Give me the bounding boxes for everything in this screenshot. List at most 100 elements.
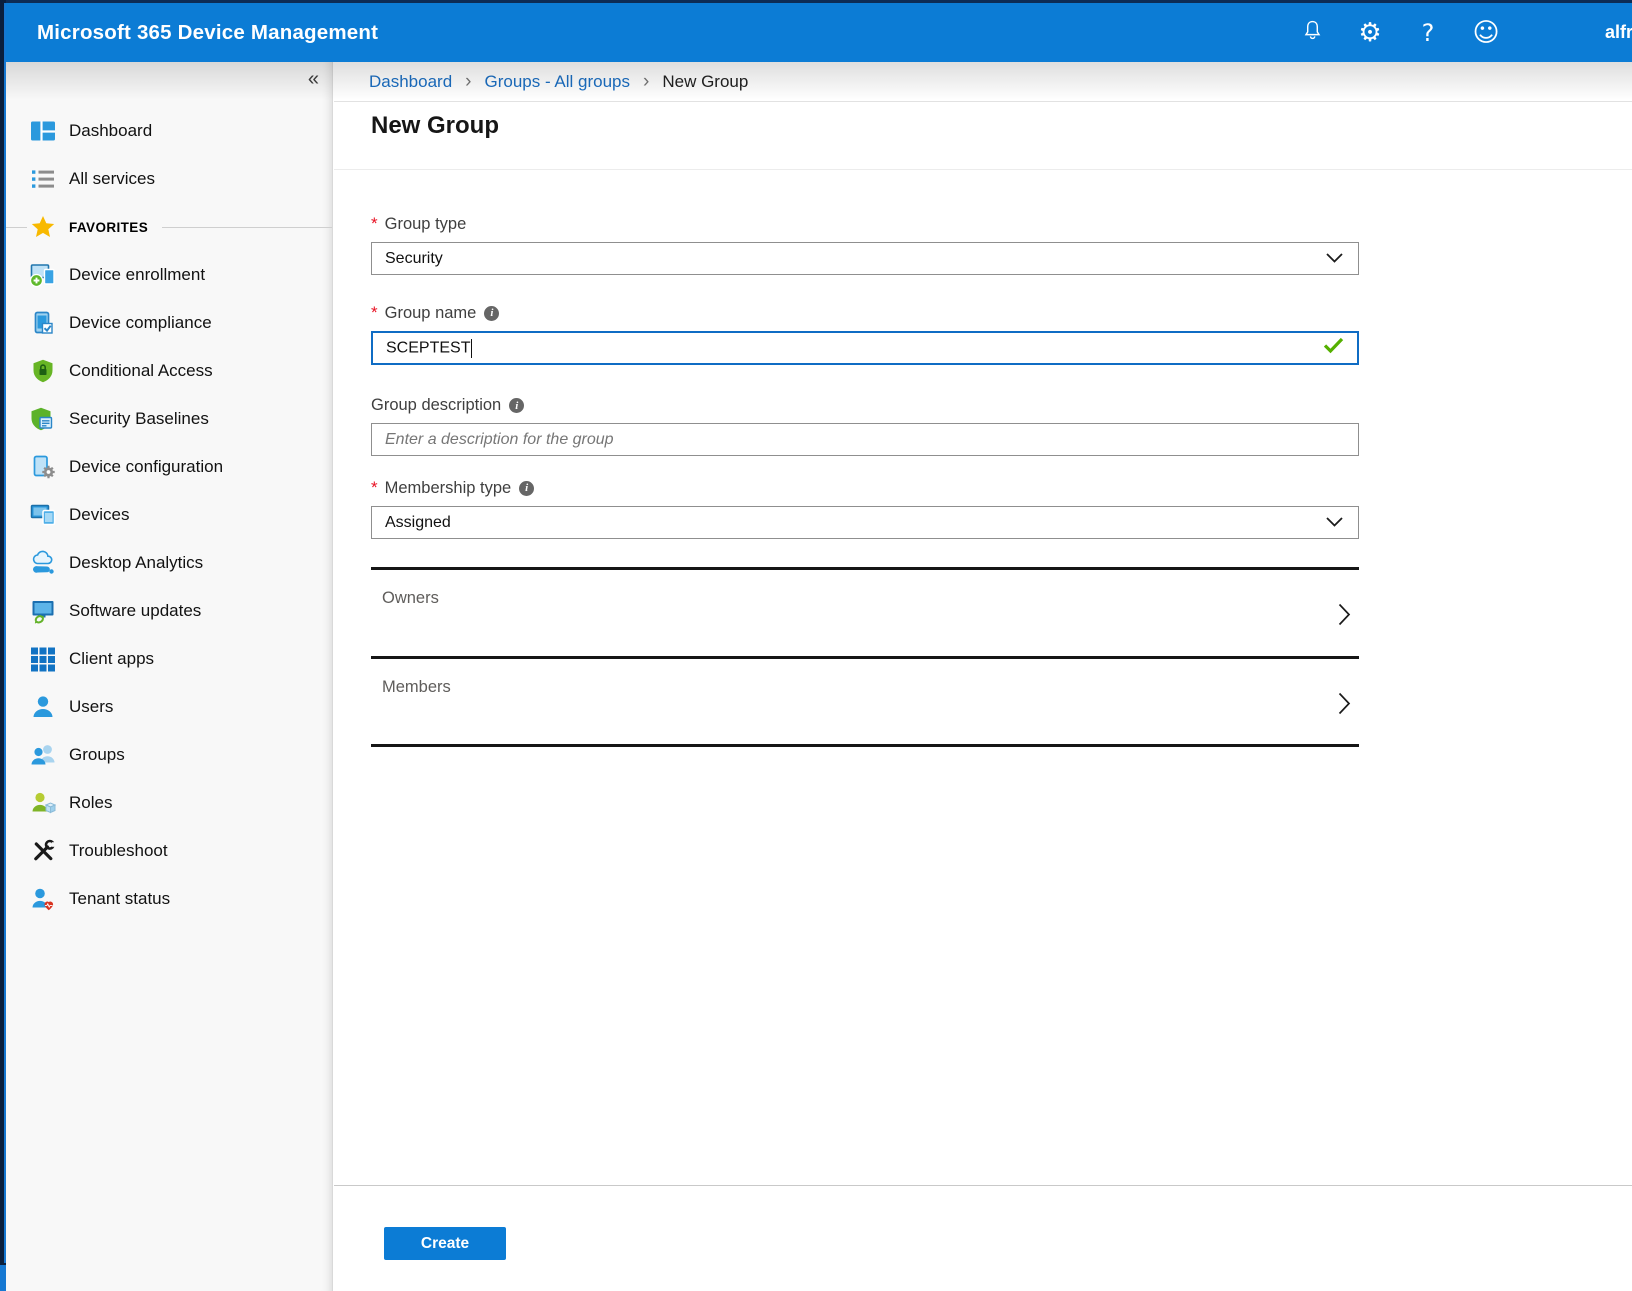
sidebar-collapse-button[interactable]: « [308, 68, 319, 91]
sidebar-item-label: Desktop Analytics [69, 553, 203, 573]
sidebar-item-label: Roles [69, 793, 112, 813]
info-icon: i [519, 481, 534, 496]
create-button[interactable]: Create [384, 1227, 506, 1260]
sidebar-item-label: Dashboard [69, 121, 152, 141]
section-rule-left [6, 227, 27, 228]
help-icon: ? [1422, 21, 1435, 45]
sidebar-item-label: Client apps [69, 649, 154, 669]
account-label[interactable]: alfr [1605, 3, 1632, 62]
sidebar-item-devices[interactable]: Devices [6, 491, 332, 539]
valid-check-icon [1323, 337, 1344, 359]
devices-icon [30, 502, 56, 528]
picker-bottom-rule [371, 744, 1359, 747]
sidebar-item-desktop-analytics[interactable]: Desktop Analytics [6, 539, 332, 587]
page: { "topbar": { "title": "Microsoft 365 De… [0, 0, 1632, 1291]
new-group-form: * Group type Security * Group name i SCE… [371, 170, 1359, 747]
sidebar-section-favorites: FAVORITES [6, 203, 332, 251]
bell-icon [1301, 18, 1324, 47]
sidebar-item-software-updates[interactable]: Software updates [6, 587, 332, 635]
breadcrumb-dashboard-link[interactable]: Dashboard [369, 72, 452, 92]
conditional-access-icon [30, 358, 56, 384]
favorites-star-icon [30, 214, 56, 240]
footer-divider [334, 1185, 1632, 1186]
smiley-icon: ☺ [1472, 20, 1499, 46]
security-baselines-icon [30, 406, 56, 432]
required-marker: * [371, 303, 378, 323]
breadcrumb-groups-link[interactable]: Groups - All groups [485, 72, 631, 92]
info-icon: i [484, 306, 499, 321]
required-marker: * [371, 214, 378, 234]
sidebar-item-label: Devices [69, 505, 129, 525]
members-picker[interactable]: Members [371, 656, 1359, 744]
sidebar-item-label: Security Baselines [69, 409, 209, 429]
required-marker: * [371, 478, 378, 498]
blade-header: New Group [334, 102, 1632, 170]
chevron-down-icon [1326, 250, 1343, 268]
group-name-value: SCEPTEST [386, 339, 472, 358]
sidebar-item-label: Device compliance [69, 313, 212, 333]
group-description-label: Group description i [371, 396, 1359, 415]
breadcrumb-current: New Group [662, 72, 748, 92]
sidebar-item-dashboard[interactable]: Dashboard [6, 107, 332, 155]
window-frame-top [0, 0, 1632, 3]
desktop-analytics-icon [30, 550, 56, 576]
chevron-down-icon [1326, 514, 1343, 532]
client-apps-icon [30, 646, 56, 672]
sidebar-item-device-enrollment[interactable]: Device enrollment [6, 251, 332, 299]
users-icon [30, 694, 56, 720]
group-type-select[interactable]: Security [371, 242, 1359, 275]
sidebar-item-all-services[interactable]: All services [6, 155, 332, 203]
owners-label: Owners [382, 589, 439, 607]
sidebar-item-tenant-status[interactable]: Tenant status [6, 875, 332, 923]
breadcrumb-separator-icon: › [465, 72, 471, 91]
membership-type-select[interactable]: Assigned [371, 506, 1359, 539]
group-description-input[interactable]: Enter a description for the group [371, 423, 1359, 456]
group-name-input[interactable]: SCEPTEST [371, 331, 1359, 365]
sidebar-item-device-configuration[interactable]: Device configuration [6, 443, 332, 491]
troubleshoot-icon [30, 838, 56, 864]
notifications-button[interactable] [1283, 3, 1341, 62]
sidebar-nav-list: Dashboard All services FAVORITES Device … [6, 62, 332, 923]
group-description-placeholder: Enter a description for the group [385, 431, 614, 449]
sidebar-item-roles[interactable]: Roles [6, 779, 332, 827]
feedback-button[interactable]: ☺ [1457, 3, 1515, 62]
sidebar-item-client-apps[interactable]: Client apps [6, 635, 332, 683]
sidebar-section-label: FAVORITES [69, 220, 148, 235]
sidebar-item-label: Device enrollment [69, 265, 205, 285]
device-configuration-icon [30, 454, 56, 480]
software-updates-icon [30, 598, 56, 624]
settings-button[interactable]: ⚙ [1341, 3, 1399, 62]
chevron-right-icon [1338, 692, 1351, 720]
owners-picker[interactable]: Owners [371, 567, 1359, 656]
topbar-actions: ⚙ ? ☺ [1283, 3, 1515, 62]
left-edge-bar [0, 0, 6, 1291]
gear-icon: ⚙ [1358, 20, 1381, 46]
group-type-value: Security [385, 250, 443, 268]
group-name-label: * Group name i [371, 303, 1359, 323]
text-caret [471, 339, 472, 358]
sidebar-item-device-compliance[interactable]: Device compliance [6, 299, 332, 347]
tenant-status-icon [30, 886, 56, 912]
sidebar-item-conditional-access[interactable]: Conditional Access [6, 347, 332, 395]
all-services-icon [30, 166, 56, 192]
sidebar-item-label: All services [69, 169, 155, 189]
sidebar-item-troubleshoot[interactable]: Troubleshoot [6, 827, 332, 875]
page-title: New Group [371, 112, 1632, 140]
left-edge-scroll-thumb[interactable] [0, 1265, 6, 1291]
sidebar-item-security-baselines[interactable]: Security Baselines [6, 395, 332, 443]
section-rule-right [162, 227, 332, 228]
info-icon: i [509, 398, 524, 413]
top-bar: Microsoft 365 Device Management ⚙ ? ☺ al… [6, 3, 1632, 62]
sidebar-item-label: Conditional Access [69, 361, 213, 381]
groups-icon [30, 742, 56, 768]
help-button[interactable]: ? [1399, 3, 1457, 62]
sidebar: « Dashboard All services FAVORITES [6, 62, 333, 1291]
dashboard-icon [30, 118, 56, 144]
left-edge-accent [4, 3, 6, 1263]
breadcrumb: Dashboard › Groups - All groups › New Gr… [334, 62, 1632, 102]
main-content: Dashboard › Groups - All groups › New Gr… [334, 62, 1632, 1291]
sidebar-item-groups[interactable]: Groups [6, 731, 332, 779]
sidebar-item-users[interactable]: Users [6, 683, 332, 731]
sidebar-item-label: Groups [69, 745, 125, 765]
sidebar-item-label: Troubleshoot [69, 841, 168, 861]
